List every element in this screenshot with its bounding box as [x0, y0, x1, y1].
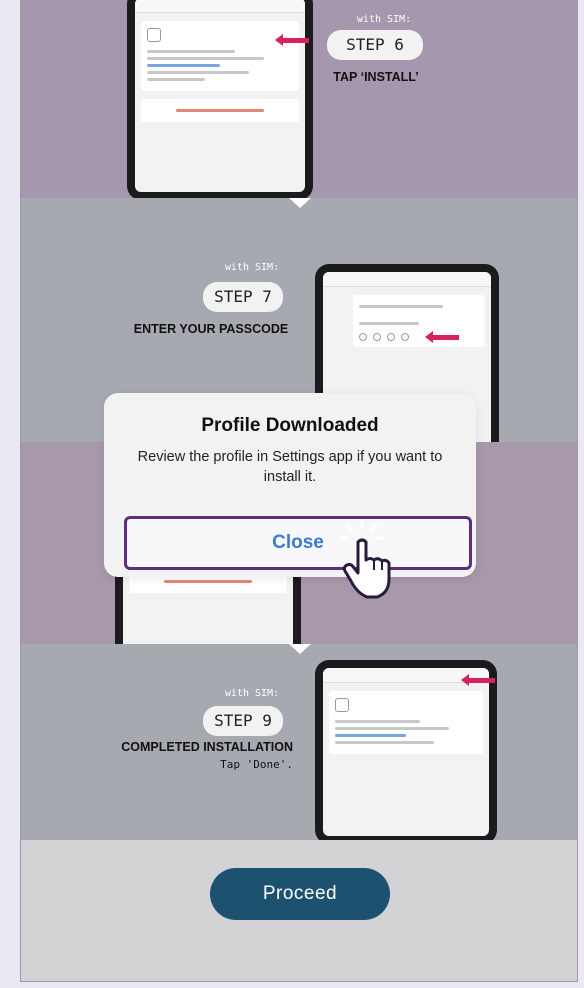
step-9-subcaption: Tap 'Done'.: [220, 758, 293, 771]
step-9-caption: COMPLETED INSTALLATION: [121, 740, 293, 754]
proceed-button[interactable]: Proceed: [210, 868, 390, 920]
step-6-badge: STEP 6: [327, 30, 423, 60]
notch-divider: [289, 198, 311, 208]
close-button-label: Close: [272, 532, 324, 553]
pointer-arrow: [275, 34, 309, 46]
pointer-arrow: [461, 674, 495, 686]
close-button[interactable]: Close: [124, 516, 472, 570]
pointer-arrow: [425, 331, 459, 343]
with-sim-label: with SIM:: [224, 262, 280, 273]
step-6-caption: TAP ‘INSTALL’: [333, 70, 419, 84]
step-7-badge: STEP 7: [203, 282, 283, 312]
step-9-panel: with SIM: STEP 9 COMPLETED INSTALLATION …: [21, 644, 577, 840]
dialog-message: Review the profile in Settings app if yo…: [137, 449, 443, 485]
step-7-caption: ENTER YOUR PASSCODE: [133, 322, 289, 336]
tap-hand-icon: [340, 520, 391, 599]
with-sim-label: with SIM:: [224, 688, 280, 699]
phone-mockup-install: [127, 0, 313, 198]
phone-mockup-done: [315, 660, 497, 840]
step-9-badge: STEP 9: [203, 706, 283, 736]
step-6-panel: with SIM: STEP 6 TAP ‘INSTALL’: [21, 0, 577, 198]
with-sim-label: with SIM:: [356, 14, 412, 25]
notch-divider: [289, 644, 311, 654]
dialog-title: Profile Downloaded: [201, 415, 379, 436]
